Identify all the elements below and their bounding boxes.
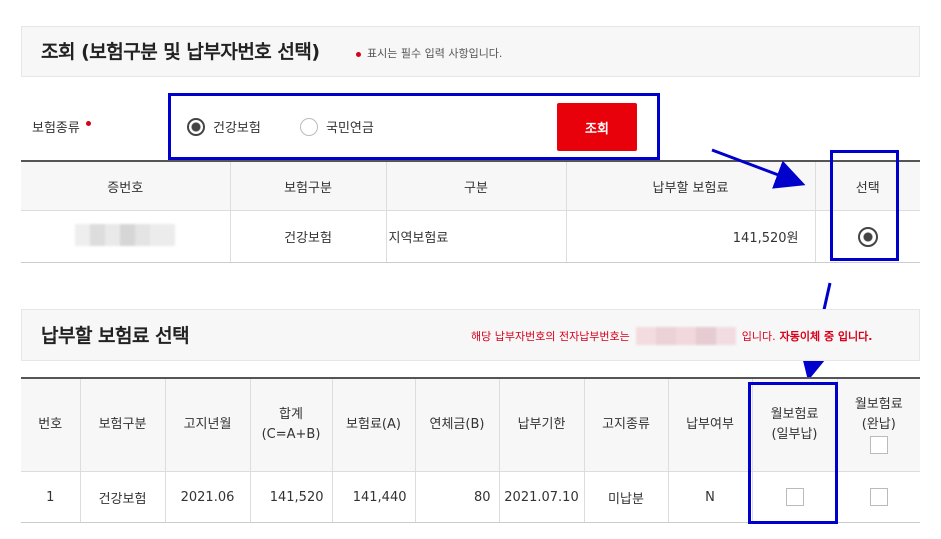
premium-cell: 141,440 — [332, 471, 416, 523]
header-premium: 보험료(A) — [332, 378, 416, 472]
header-paid: 납부여부 — [668, 378, 753, 472]
no-cell: 1 — [21, 471, 81, 523]
header-total: 합계 (C=A+B) — [250, 378, 333, 472]
header-insurance: 보험구분 — [80, 378, 166, 472]
electronic-payment-notice: 해당 납부자번호의 전자납부번호는 입니다. 자동이체 중 입니다. — [471, 327, 872, 345]
redacted-payment-no — [635, 327, 736, 345]
header-overdue: 연체금(B) — [415, 378, 500, 472]
select-all-checkbox[interactable] — [869, 435, 888, 454]
due-cell: 2021.07.10 — [499, 471, 585, 523]
total-cell: 141,520 — [250, 471, 333, 523]
insurance-cell: 건강보험 — [80, 471, 166, 523]
header-month: 고지년월 — [165, 378, 251, 472]
header-due: 납부기한 — [499, 378, 585, 472]
kind-cell: 미납분 — [584, 471, 669, 523]
full-payment-checkbox[interactable] — [869, 488, 888, 506]
annotation-box-partial — [748, 382, 838, 524]
full-cell — [837, 471, 920, 523]
arrow-to-select — [711, 148, 806, 189]
overdue-cell: 80 — [415, 471, 500, 523]
premium-section-title: 납부할 보험료 선택 — [41, 325, 190, 347]
header-kind: 고지종류 — [584, 378, 669, 472]
month-cell: 2021.06 — [165, 471, 251, 523]
paid-cell: N — [668, 471, 753, 523]
header-full: 월보험료 (완납) — [837, 378, 920, 472]
header-no: 번호 — [21, 378, 81, 472]
